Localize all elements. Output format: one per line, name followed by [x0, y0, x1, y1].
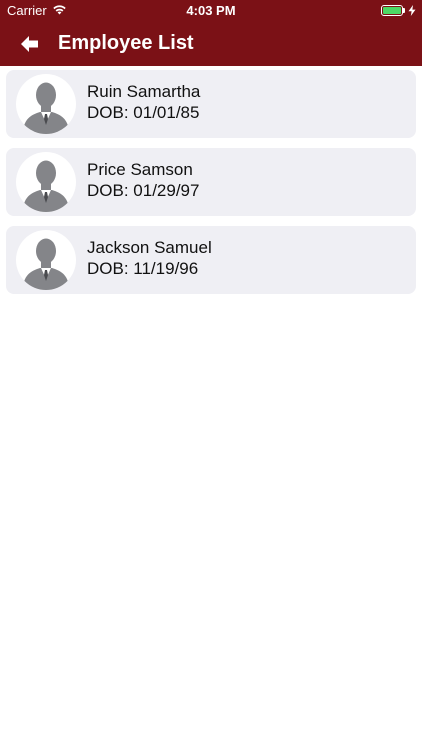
- back-arrow-icon: [21, 36, 38, 52]
- page-title: Employee List: [58, 32, 194, 54]
- charging-bolt-icon: [408, 5, 416, 16]
- navigation-bar: Employee List: [0, 22, 422, 66]
- avatar: [16, 152, 76, 212]
- employee-name: Jackson Samuel: [87, 238, 212, 257]
- employee-dob: DOB: 01/01/85: [87, 103, 200, 122]
- avatar: [16, 74, 76, 134]
- status-bar: Carrier 4:03 PM: [0, 0, 422, 22]
- person-silhouette-icon: [23, 82, 69, 134]
- employee-dob: DOB: 11/19/96: [87, 259, 199, 278]
- employee-card[interactable]: Jackson Samuel DOB: 11/19/96: [6, 226, 416, 294]
- employee-card[interactable]: Ruin Samartha DOB: 01/01/85: [6, 70, 416, 138]
- person-silhouette-icon: [23, 238, 69, 290]
- back-button[interactable]: [14, 29, 46, 59]
- employee-list: Ruin Samartha DOB: 01/01/85 Price Samson…: [6, 70, 416, 304]
- employee-dob: DOB: 01/29/97: [87, 181, 200, 200]
- employee-name: Price Samson: [87, 160, 193, 179]
- employee-name: Ruin Samartha: [87, 82, 201, 101]
- person-silhouette-icon: [23, 160, 69, 212]
- battery-icon: [381, 5, 403, 16]
- battery-level: [383, 7, 401, 14]
- employee-card[interactable]: Price Samson DOB: 01/29/97: [6, 148, 416, 216]
- status-time: 4:03 PM: [186, 3, 236, 18]
- avatar: [16, 230, 76, 290]
- battery-tip: [403, 8, 405, 13]
- app-header: Carrier 4:03 PM Employee List: [0, 0, 422, 66]
